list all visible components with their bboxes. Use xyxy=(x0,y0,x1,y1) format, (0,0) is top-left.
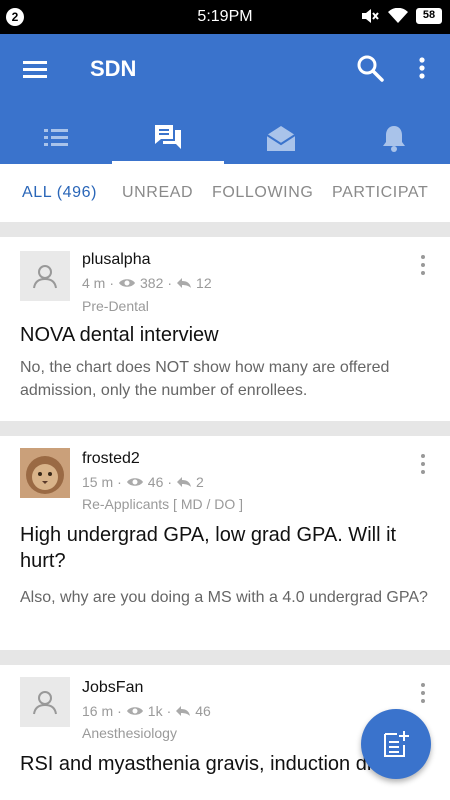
app-title: SDN xyxy=(90,56,137,81)
envelope-open-icon xyxy=(266,126,296,151)
lion-cub-avatar-icon xyxy=(20,448,70,498)
separator-dot: · xyxy=(167,474,173,490)
post-title[interactable]: NOVA dental interview xyxy=(20,322,430,348)
post-title[interactable]: High undergrad GPA, low grad GPA. Will i… xyxy=(20,522,430,574)
tab-list[interactable] xyxy=(0,112,112,164)
post-excerpt: Also, why are you doing a MS with a 4.0 … xyxy=(20,589,428,606)
reply-icon xyxy=(176,706,191,716)
battery-indicator: 58 xyxy=(416,8,442,24)
wifi-icon xyxy=(388,8,408,23)
avatar[interactable] xyxy=(20,448,70,498)
username[interactable]: JobsFan xyxy=(82,679,143,697)
tab-discussions[interactable] xyxy=(112,112,224,164)
post-options-icon[interactable] xyxy=(414,681,432,705)
eye-icon xyxy=(126,478,143,486)
bell-icon xyxy=(383,126,405,152)
post-time: 4 m xyxy=(82,275,106,291)
post-excerpt: No, the chart does NOT show how many are… xyxy=(20,359,390,399)
separator-dot: · xyxy=(117,703,122,719)
post-time: 16 m xyxy=(82,703,114,719)
separator-dot: · xyxy=(109,275,115,291)
reply-count: 46 xyxy=(195,703,211,719)
filter-unread[interactable]: UNREAD xyxy=(122,184,193,202)
post-meta: 16 m · 1k · 46 xyxy=(82,703,211,719)
view-count: 382 xyxy=(140,275,164,291)
post-card[interactable]: plusalpha 4 m · 382 · 12 Pre-Dental NOVA… xyxy=(0,237,450,421)
separator-dot: · xyxy=(166,703,172,719)
username[interactable]: frosted2 xyxy=(82,450,140,468)
new-post-icon xyxy=(384,731,409,757)
filter-following[interactable]: FOLLOWING xyxy=(212,184,313,202)
eye-icon xyxy=(119,279,136,287)
tab-notifications[interactable] xyxy=(338,112,450,164)
filter-tabs: ALL (496) UNREAD FOLLOWING PARTICIPAT xyxy=(0,164,450,222)
reply-icon xyxy=(177,278,192,288)
separator-dot: · xyxy=(117,474,122,490)
avatar[interactable] xyxy=(20,677,70,727)
separator-dot: · xyxy=(167,275,173,291)
view-count: 46 xyxy=(147,474,164,490)
reply-count: 12 xyxy=(196,275,212,291)
post-time: 15 m xyxy=(82,474,114,490)
default-user-icon xyxy=(33,265,57,289)
forum-name[interactable]: Pre-Dental xyxy=(82,298,149,314)
filter-all[interactable]: ALL (496) xyxy=(22,184,97,202)
default-user-icon xyxy=(33,691,57,715)
hamburger-menu-icon[interactable] xyxy=(20,54,50,84)
avatar[interactable] xyxy=(20,251,70,301)
forum-name[interactable]: Re-Applicants [ MD / DO ] xyxy=(82,496,243,512)
post-options-icon[interactable] xyxy=(414,253,432,277)
post-meta: 15 m · 46 · 2 xyxy=(82,474,204,490)
reply-icon xyxy=(177,477,192,487)
view-count: 1k xyxy=(147,703,163,719)
tab-messages[interactable] xyxy=(225,112,337,164)
list-icon xyxy=(44,129,68,146)
eye-icon xyxy=(126,707,143,715)
filter-participated[interactable]: PARTICIPAT xyxy=(332,184,428,202)
username[interactable]: plusalpha xyxy=(82,251,151,269)
post-options-icon[interactable] xyxy=(414,452,432,476)
new-thread-button[interactable] xyxy=(361,709,431,779)
search-icon[interactable] xyxy=(355,53,385,83)
reply-count: 2 xyxy=(196,474,204,490)
forum-icon xyxy=(155,124,181,149)
app-bar: SDN xyxy=(0,34,450,164)
mute-icon xyxy=(362,9,379,23)
overflow-menu-icon[interactable] xyxy=(410,53,434,83)
post-meta: 4 m · 382 · 12 xyxy=(82,275,212,291)
forum-name[interactable]: Anesthesiology xyxy=(82,725,177,741)
status-bar: 2 5:19PM 58 xyxy=(0,0,450,34)
post-card[interactable]: frosted2 15 m · 46 · 2 Re-Applicants [ M… xyxy=(0,436,450,650)
